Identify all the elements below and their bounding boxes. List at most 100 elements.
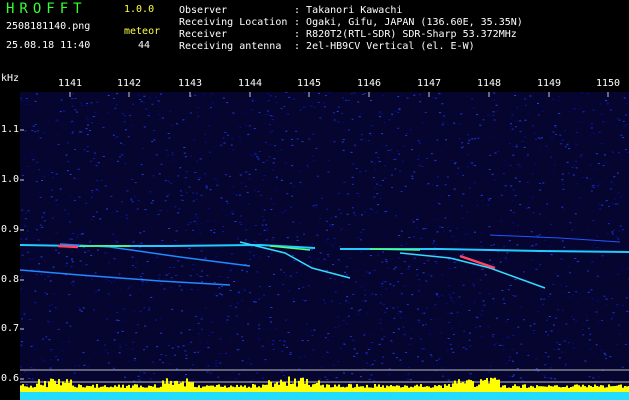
noise-pixel (312, 133, 315, 135)
noise-pixel (473, 364, 476, 366)
noise-pixel (146, 163, 149, 164)
noise-pixel (233, 281, 236, 282)
noise-pixel (561, 309, 564, 311)
noise-pixel (269, 115, 272, 116)
level-bar (532, 386, 534, 392)
level-bar (382, 385, 384, 392)
noise-pixel (210, 100, 213, 102)
noise-pixel (352, 163, 355, 165)
noise-pixel (133, 359, 136, 361)
noise-pixel (245, 125, 247, 126)
noise-pixel (143, 307, 146, 309)
noise-pixel (403, 334, 406, 336)
noise-pixel (95, 112, 98, 114)
noise-pixel (119, 343, 122, 345)
noise-pixel (298, 170, 301, 172)
noise-pixel (412, 221, 415, 223)
noise-pixel (586, 296, 588, 298)
noise-pixel (291, 165, 294, 167)
noise-pixel (293, 260, 296, 262)
noise-pixel (337, 121, 340, 123)
noise-pixel (200, 250, 203, 252)
noise-pixel (34, 290, 37, 292)
noise-pixel (326, 379, 329, 381)
noise-pixel (363, 93, 366, 94)
level-bar (190, 382, 192, 392)
noise-pixel (444, 184, 447, 186)
noise-pixel (185, 229, 187, 231)
noise-pixel (575, 291, 578, 293)
noise-pixel (236, 302, 239, 304)
noise-pixel (558, 100, 560, 101)
noise-pixel (532, 174, 535, 175)
noise-pixel (385, 262, 388, 264)
noise-pixel (272, 162, 275, 164)
level-bar (456, 383, 458, 392)
noise-pixel (21, 318, 24, 320)
noise-pixel (409, 264, 412, 266)
noise-pixel (59, 188, 62, 190)
noise-pixel (71, 261, 74, 263)
noise-pixel (462, 193, 465, 195)
level-bar (230, 385, 232, 392)
level-bar (402, 387, 404, 392)
noise-pixel (419, 251, 422, 253)
noise-pixel (267, 341, 270, 343)
noise-pixel (200, 223, 203, 224)
noise-pixel (188, 142, 191, 144)
noise-pixel (268, 124, 271, 126)
level-bar (378, 384, 380, 392)
noise-pixel (190, 112, 192, 114)
noise-pixel (567, 266, 570, 268)
noise-pixel (296, 239, 299, 241)
noise-pixel (30, 155, 33, 157)
level-bar (480, 379, 482, 392)
noise-pixel (304, 300, 307, 302)
level-bar (84, 387, 86, 392)
noise-pixel (515, 126, 517, 128)
noise-pixel (60, 99, 63, 101)
noise-pixel (535, 224, 538, 226)
noise-pixel (141, 273, 144, 275)
noise-pixel (141, 284, 144, 286)
noise-pixel (566, 144, 569, 146)
noise-pixel (35, 181, 38, 183)
noise-pixel (298, 368, 301, 370)
noise-pixel (315, 147, 318, 149)
noise-pixel (508, 359, 511, 361)
noise-pixel (479, 124, 482, 126)
noise-pixel (290, 139, 293, 140)
level-bar (454, 380, 456, 392)
noise-pixel (49, 367, 52, 369)
noise-pixel (289, 275, 292, 277)
noise-pixel (433, 254, 436, 255)
noise-pixel (480, 314, 483, 316)
noise-pixel (213, 228, 216, 230)
noise-pixel (575, 143, 578, 145)
noise-pixel (567, 342, 570, 344)
noise-pixel (234, 104, 237, 106)
noise-pixel (71, 120, 74, 122)
noise-pixel (71, 258, 73, 260)
noise-pixel (37, 239, 40, 241)
noise-pixel (583, 282, 586, 283)
noise-pixel (55, 120, 57, 122)
noise-pixel (91, 298, 94, 300)
noise-pixel (514, 177, 517, 179)
level-bar (330, 387, 332, 392)
noise-pixel (104, 349, 107, 351)
level-bar (494, 377, 496, 392)
noise-pixel (435, 261, 438, 263)
noise-pixel (271, 239, 274, 241)
level-bar (474, 387, 476, 392)
noise-pixel (452, 302, 455, 304)
noise-pixel (458, 296, 461, 298)
noise-pixel (312, 205, 315, 207)
noise-pixel (281, 139, 284, 141)
noise-pixel (379, 302, 382, 304)
noise-pixel (620, 134, 623, 136)
noise-pixel (204, 307, 207, 309)
noise-pixel (467, 154, 470, 156)
noise-pixel (219, 362, 222, 364)
noise-pixel (329, 217, 332, 219)
